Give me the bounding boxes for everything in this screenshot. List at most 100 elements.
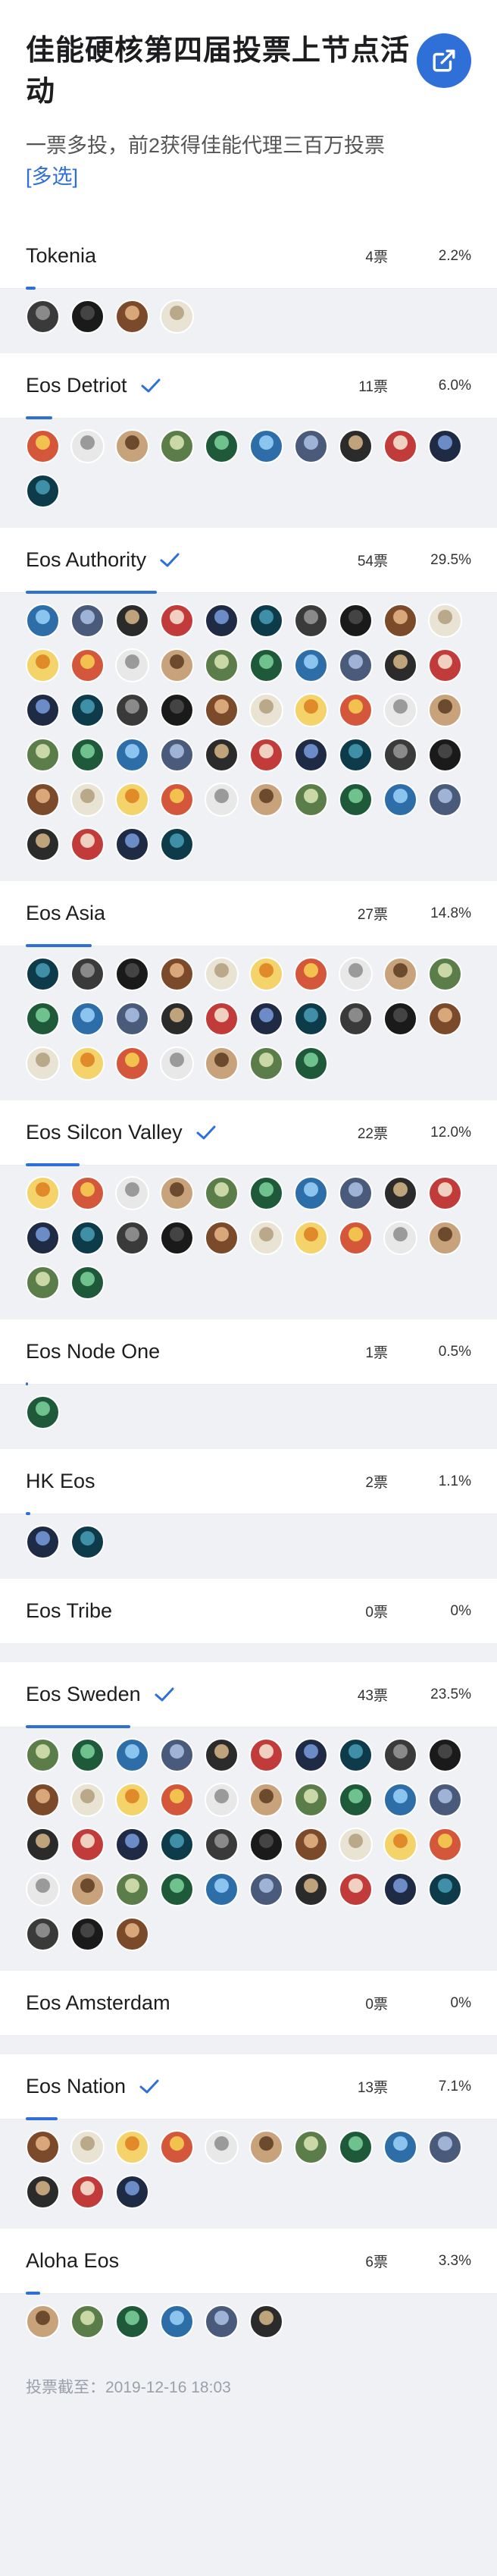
avatar[interactable] — [205, 957, 239, 991]
candidate-row[interactable]: Eos Nation 13票 7.1% — [0, 2054, 497, 2120]
avatar[interactable] — [294, 429, 328, 463]
avatar[interactable] — [339, 957, 373, 991]
avatar[interactable] — [26, 429, 60, 463]
avatar[interactable] — [249, 738, 283, 772]
avatar[interactable] — [294, 783, 328, 817]
avatar[interactable] — [160, 1828, 194, 1862]
candidate-item[interactable]: Eos Nation 13票 7.1% — [0, 2054, 497, 2229]
avatar[interactable] — [26, 2130, 60, 2164]
avatar[interactable] — [339, 1221, 373, 1255]
avatar[interactable] — [339, 783, 373, 817]
avatar[interactable] — [249, 1872, 283, 1906]
avatar[interactable] — [339, 604, 373, 638]
avatar[interactable] — [383, 1828, 417, 1862]
avatar[interactable] — [428, 648, 462, 682]
avatar[interactable] — [26, 1176, 60, 1210]
avatar[interactable] — [428, 429, 462, 463]
avatar[interactable] — [70, 2305, 105, 2339]
avatar[interactable] — [70, 1872, 105, 1906]
avatar[interactable] — [249, 2305, 283, 2339]
avatar[interactable] — [70, 738, 105, 772]
avatar[interactable] — [205, 429, 239, 463]
avatar[interactable] — [26, 957, 60, 991]
avatar[interactable] — [115, 1221, 149, 1255]
candidate-row[interactable]: Aloha Eos 6票 3.3% — [0, 2229, 497, 2295]
avatar[interactable] — [160, 693, 194, 727]
avatar[interactable] — [160, 2305, 194, 2339]
avatar[interactable] — [428, 738, 462, 772]
avatar[interactable] — [26, 1395, 60, 1429]
avatar[interactable] — [115, 738, 149, 772]
avatar[interactable] — [339, 1783, 373, 1817]
candidate-item[interactable]: Eos Detriot 11票 6.0% — [0, 353, 497, 528]
candidate-row[interactable]: Eos Silcon Valley 22票 12.0% — [0, 1100, 497, 1166]
avatar[interactable] — [160, 783, 194, 817]
avatar[interactable] — [26, 1828, 60, 1862]
avatar[interactable] — [115, 2305, 149, 2339]
avatar[interactable] — [26, 1046, 60, 1081]
avatar[interactable] — [205, 1176, 239, 1210]
avatar[interactable] — [294, 1738, 328, 1772]
avatar[interactable] — [70, 648, 105, 682]
avatar[interactable] — [70, 1917, 105, 1951]
avatar[interactable] — [294, 648, 328, 682]
avatar[interactable] — [115, 1176, 149, 1210]
avatar[interactable] — [205, 1872, 239, 1906]
avatar[interactable] — [115, 1872, 149, 1906]
avatar[interactable] — [26, 783, 60, 817]
avatar[interactable] — [70, 1266, 105, 1300]
avatar[interactable] — [383, 1783, 417, 1817]
avatar[interactable] — [26, 1002, 60, 1036]
candidate-row[interactable]: Eos Authority 54票 29.5% — [0, 528, 497, 594]
avatar[interactable] — [249, 957, 283, 991]
avatar[interactable] — [294, 1176, 328, 1210]
avatar[interactable] — [428, 1828, 462, 1862]
avatar[interactable] — [383, 738, 417, 772]
avatar[interactable] — [294, 1221, 328, 1255]
avatar[interactable] — [205, 738, 239, 772]
avatar[interactable] — [249, 2130, 283, 2164]
avatar[interactable] — [383, 429, 417, 463]
avatar[interactable] — [428, 783, 462, 817]
avatar[interactable] — [70, 1176, 105, 1210]
avatar[interactable] — [26, 693, 60, 727]
avatar[interactable] — [205, 1738, 239, 1772]
avatar[interactable] — [428, 1221, 462, 1255]
avatar[interactable] — [339, 1002, 373, 1036]
avatar[interactable] — [115, 957, 149, 991]
avatar[interactable] — [205, 1783, 239, 1817]
avatar[interactable] — [383, 783, 417, 817]
avatar[interactable] — [249, 648, 283, 682]
avatar[interactable] — [294, 1783, 328, 1817]
avatar[interactable] — [160, 604, 194, 638]
avatar[interactable] — [205, 2130, 239, 2164]
avatar[interactable] — [339, 1176, 373, 1210]
candidate-row[interactable]: Tokenia 4票 2.2% — [0, 224, 497, 290]
avatar[interactable] — [383, 2130, 417, 2164]
avatar[interactable] — [249, 693, 283, 727]
candidate-row[interactable]: Eos Sweden 43票 23.5% — [0, 1662, 497, 1728]
avatar[interactable] — [249, 1046, 283, 1081]
avatar[interactable] — [70, 1221, 105, 1255]
avatar[interactable] — [160, 429, 194, 463]
avatar[interactable] — [70, 1046, 105, 1081]
avatar[interactable] — [249, 1221, 283, 1255]
avatar[interactable] — [294, 738, 328, 772]
avatar[interactable] — [115, 2130, 149, 2164]
avatar[interactable] — [70, 1002, 105, 1036]
candidate-item[interactable]: Eos Tribe 0票 0% — [0, 1579, 497, 1662]
avatar[interactable] — [428, 693, 462, 727]
avatar[interactable] — [205, 2305, 239, 2339]
avatar[interactable] — [249, 1738, 283, 1772]
avatar[interactable] — [160, 1002, 194, 1036]
avatar[interactable] — [160, 1176, 194, 1210]
avatar[interactable] — [428, 1176, 462, 1210]
avatar[interactable] — [115, 429, 149, 463]
avatar[interactable] — [115, 604, 149, 638]
avatar[interactable] — [294, 2130, 328, 2164]
avatar[interactable] — [205, 604, 239, 638]
avatar[interactable] — [160, 2130, 194, 2164]
candidate-item[interactable]: HK Eos 2票 1.1% — [0, 1449, 497, 1579]
avatar[interactable] — [70, 1525, 105, 1559]
avatar[interactable] — [249, 1783, 283, 1817]
